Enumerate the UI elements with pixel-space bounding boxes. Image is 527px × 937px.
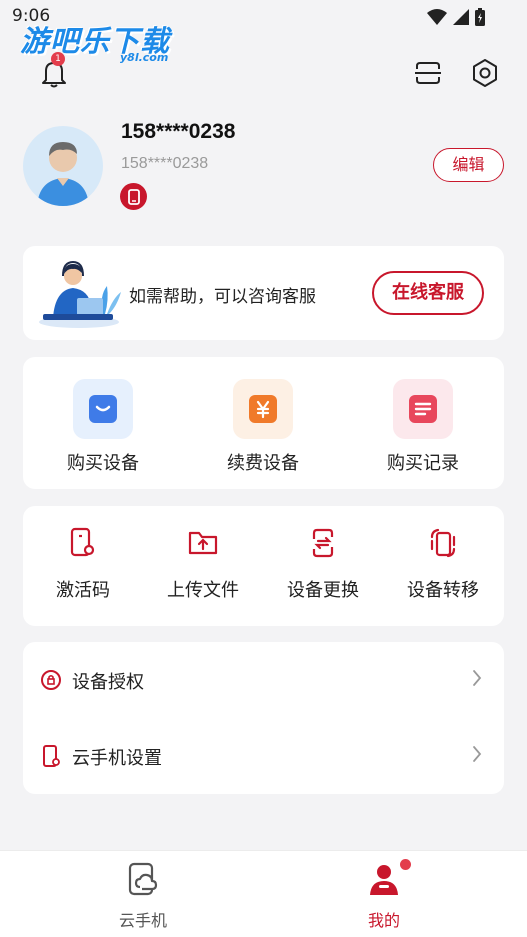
bottom-navigation: 云手机 我的	[0, 850, 527, 937]
help-text: 如需帮助，可以咨询客服	[129, 287, 316, 307]
list-icon	[409, 395, 437, 423]
activation-code-label: 激活码	[56, 580, 110, 601]
user-account: 158****0238	[121, 155, 209, 172]
scan-icon	[415, 62, 441, 84]
gear-icon	[473, 59, 497, 87]
customer-service-icon	[39, 260, 121, 328]
buy-device-icon-wrap	[73, 379, 133, 439]
device-transfer-item[interactable]: 设备转移	[383, 506, 503, 626]
device-transfer-icon	[430, 528, 456, 558]
activation-code-icon	[70, 527, 95, 557]
chevron-right-icon	[473, 670, 482, 686]
device-authorization-label: 设备授权	[72, 672, 144, 693]
device-swap-icon-wrap	[306, 526, 340, 560]
purchase-record-item[interactable]: 购买记录	[343, 357, 503, 489]
buy-device-label: 购买设备	[67, 453, 139, 474]
authorization-icon	[41, 670, 61, 690]
settings-list: 设备授权 云手机设置	[23, 642, 504, 794]
device-transfer-label: 设备转移	[407, 580, 479, 601]
yen-icon	[249, 395, 277, 423]
activation-code-item[interactable]: 激活码	[23, 506, 143, 626]
cloud-phone-icon	[128, 862, 158, 896]
renew-device-item[interactable]: 续费设备	[183, 357, 343, 489]
battery-icon	[475, 8, 485, 26]
upload-file-item[interactable]: 上传文件	[143, 506, 263, 626]
nav-profile[interactable]: 我的	[314, 851, 454, 937]
activation-code-icon-wrap	[66, 526, 100, 560]
device-badge	[120, 183, 147, 210]
renew-device-label: 续费设备	[227, 453, 299, 474]
upload-folder-icon	[188, 531, 218, 555]
cloud-phone-settings-label: 云手机设置	[72, 748, 162, 769]
nav-cloud-phone-label: 云手机	[118, 911, 167, 930]
nav-profile-label: 我的	[367, 911, 400, 930]
cloud-phone-icon-wrap	[125, 861, 161, 897]
device-authorization-row[interactable]: 设备授权	[23, 642, 504, 718]
wifi-icon	[427, 9, 447, 25]
nav-cloud-phone[interactable]: 云手机	[73, 851, 213, 937]
upload-file-label: 上传文件	[167, 580, 239, 601]
settings-button[interactable]	[468, 56, 502, 90]
renew-device-icon-wrap	[233, 379, 293, 439]
cloud-phone-settings-row[interactable]: 云手机设置	[23, 718, 504, 794]
user-avatar-icon	[37, 142, 89, 206]
device-transfer-icon-wrap	[426, 526, 460, 560]
edit-profile-button[interactable]: 编辑	[433, 148, 504, 182]
customer-service-illustration	[37, 256, 123, 334]
nav-notification-dot	[400, 859, 411, 870]
cloud-phone-settings-icon	[43, 745, 60, 767]
device-swap-label: 设备更换	[287, 580, 359, 601]
buy-device-item[interactable]: 购买设备	[23, 357, 183, 489]
avatar[interactable]	[23, 126, 103, 206]
profile-icon	[370, 865, 398, 895]
phone-icon	[127, 188, 140, 205]
tools-card: 激活码 上传文件 设备更换 设备转移	[23, 506, 504, 626]
signal-icon	[453, 9, 469, 25]
user-phone: 158****0238	[121, 120, 236, 143]
cloud-phone-settings-icon-wrap	[39, 744, 63, 768]
watermark-domain: y8l.com	[120, 51, 169, 64]
device-swap-icon	[312, 528, 334, 558]
online-service-button[interactable]: 在线客服	[372, 271, 484, 315]
scan-button[interactable]	[411, 56, 445, 90]
device-swap-item[interactable]: 设备更换	[263, 506, 383, 626]
shopping-bag-icon	[89, 395, 117, 423]
watermark-logo: 游吧乐下载 y8l.com	[20, 18, 170, 64]
purchase-card: 购买设备 续费设备 购买记录	[23, 357, 504, 489]
purchase-record-icon-wrap	[393, 379, 453, 439]
authorization-icon-wrap	[39, 668, 63, 692]
status-icons	[427, 8, 485, 26]
purchase-record-label: 购买记录	[387, 453, 459, 474]
help-card: 如需帮助，可以咨询客服 在线客服	[23, 246, 504, 340]
notification-badge: 1	[51, 52, 65, 66]
upload-file-icon-wrap	[186, 526, 220, 560]
profile-icon-wrap	[366, 861, 402, 897]
chevron-right-icon	[473, 746, 482, 762]
